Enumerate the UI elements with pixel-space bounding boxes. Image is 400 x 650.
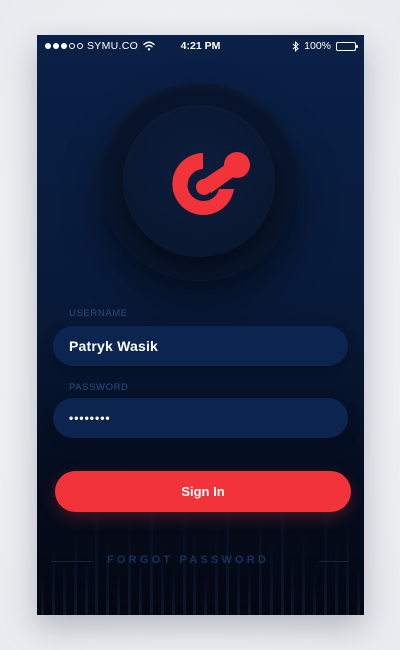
canvas: SYMU.CO 4:21 PM 100% USERNAME Patryk Was… <box>0 0 400 650</box>
sign-in-label: Sign In <box>181 484 225 499</box>
password-label: PASSWORD <box>69 382 129 393</box>
phone-screen: SYMU.CO 4:21 PM 100% USERNAME Patryk Was… <box>37 35 364 615</box>
divider-right <box>319 561 349 562</box>
username-label: USERNAME <box>69 308 128 319</box>
forgot-password-link[interactable]: FORGOT PASSWORD <box>107 554 269 566</box>
divider-left <box>51 561 93 562</box>
status-right: 100% <box>292 40 358 52</box>
password-value: •••••••• <box>69 411 111 425</box>
username-value: Patryk Wasik <box>69 338 159 354</box>
bluetooth-icon <box>292 40 299 52</box>
battery-icon <box>336 41 358 51</box>
status-bar: SYMU.CO 4:21 PM 100% <box>37 35 364 57</box>
forgot-password-row: FORGOT PASSWORD <box>51 553 349 569</box>
battery-percent: 100% <box>304 40 331 52</box>
password-input[interactable]: •••••••• <box>53 398 348 438</box>
sign-in-button[interactable]: Sign In <box>55 471 351 512</box>
brand-logo-icon <box>172 152 250 215</box>
username-input[interactable]: Patryk Wasik <box>53 326 348 366</box>
